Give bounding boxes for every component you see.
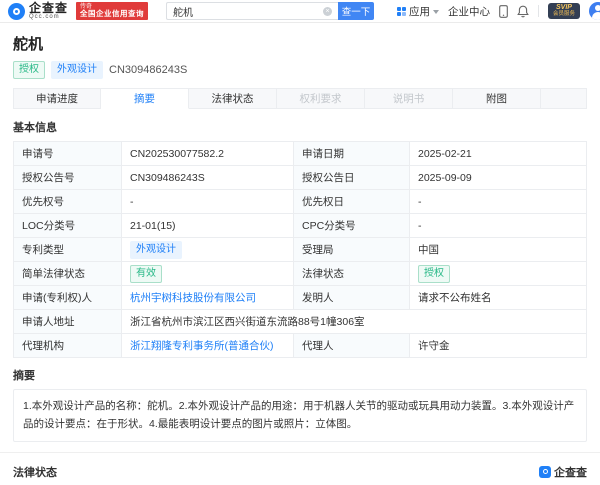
info-value: 杭州宇树科技股份有限公司 [121,285,294,310]
info-value: - [409,189,587,214]
info-value: - [121,189,294,214]
legal-status-tag: 授权 [418,264,450,283]
info-label: 授权公告号 [13,165,122,190]
info-label: 优先权日 [293,189,410,214]
qcc-mini-icon [539,465,551,478]
info-label: 申请号 [13,141,122,166]
tab-application-progress[interactable]: 申请进度 [13,88,101,109]
table-row: 优先权号 - 优先权日 - [13,189,587,214]
search-input[interactable] [166,2,339,20]
header-nav: 应用 企业中心 SVIP 会员服务 [396,2,600,20]
info-label: 授权公告日 [293,165,410,190]
section-title-basic-info: 基本信息 [13,122,57,134]
tab-legal-status[interactable]: 法律状态 [189,88,277,109]
agency-link[interactable]: 浙江翔隆专利事务所(普通合伙) [130,340,274,352]
info-value: - [409,213,587,238]
publication-number: CN309486243S [109,64,188,76]
search-button[interactable]: 查一下 [338,2,375,20]
info-label: 代理机构 [13,333,122,358]
table-row: 申请人地址 浙江省杭州市滨江区西兴街道东流路88号1幢306室 [13,309,587,334]
apps-menu[interactable]: 应用 [396,4,439,19]
caret-down-icon [432,9,439,14]
search-clear-icon[interactable]: × [323,6,333,16]
top-bar: 企查查 Qcc.com 传奇 全国企业信用查询 × 查一下 应用 企业中心 SV… [0,0,600,23]
info-value: CN202530077582.2 [121,141,294,166]
info-value: 外观设计 [121,237,294,262]
info-label: 代理人 [293,333,410,358]
table-row: 专利类型 外观设计 受理局 中国 [13,237,587,262]
tab-claims: 权利要求 [277,88,365,109]
info-value: 许守金 [409,333,587,358]
section-title-legal-status: 法律状态 [13,466,57,479]
apps-grid-icon [396,6,406,16]
logo-subtitle: Qcc.com [29,14,60,20]
info-label: CPC分类号 [293,213,410,238]
phone-icon[interactable] [499,4,508,18]
apps-label: 应用 [408,5,430,18]
section-divider [0,451,600,453]
bell-icon[interactable] [517,5,529,18]
table-row: 申请号 CN202530077582.2 申请日期 2025-02-21 [13,141,587,166]
user-avatar[interactable] [589,2,600,20]
table-row: 授权公告号 CN309486243S 授权公告日 2025-09-09 [13,165,587,190]
promo-badge: 传奇 全国企业信用查询 [76,1,149,21]
info-label: 受理局 [293,237,410,262]
svip-sublabel: 会员服务 [552,10,575,17]
info-label: 申请(专利权)人 [13,285,122,310]
search-bar: × 查一下 [166,2,375,20]
patent-badges: 授权 外观设计 CN309486243S [13,61,587,79]
divider [537,5,539,17]
qcc-watermark-logo: 企查查 [539,464,587,480]
status-badge: 授权 [13,61,45,79]
table-row: 代理机构 浙江翔隆专利事务所(普通合伙) 代理人 许守金 [13,333,587,358]
info-label: 优先权号 [13,189,122,214]
table-row: 简单法律状态 有效 法律状态 授权 [13,261,587,286]
info-value: 有效 [121,261,294,286]
info-value: 2025-09-09 [409,165,587,190]
enterprise-center-link[interactable]: 企业中心 [448,4,490,19]
tab-bar-filler [541,88,587,109]
info-label: 申请人地址 [13,309,122,334]
info-value: 请求不公布姓名 [409,285,587,310]
table-row: LOC分类号 21-01(15) CPC分类号 - [13,213,587,238]
info-value: 中国 [409,237,587,262]
tab-description: 说明书 [365,88,453,109]
promo-line1: 传奇 [80,3,93,10]
info-value: 浙江省杭州市滨江区西兴街道东流路88号1幢306室 [121,309,587,334]
info-value: 浙江翔隆专利事务所(普通合伙) [121,333,294,358]
info-value: 2025-02-21 [409,141,587,166]
legal-status-section: 法律状态 企查查 2025-09-09 授权 [0,464,600,485]
info-label: LOC分类号 [13,213,122,238]
patent-detail-page: 舵机 授权 外观设计 CN309486243S 申请进度 摘要 法律状态 权利要… [0,33,600,442]
qcc-logo-icon [8,2,25,20]
info-label: 专利类型 [13,237,122,262]
tab-abstract[interactable]: 摘要 [101,88,189,109]
patent-type-tag: 外观设计 [130,240,182,259]
patent-type-badge: 外观设计 [51,61,103,79]
info-value: 授权 [409,261,587,286]
info-label: 简单法律状态 [13,261,122,286]
basic-info-table: 申请号 CN202530077582.2 申请日期 2025-02-21 授权公… [13,141,587,358]
logo-title: 企查查 [29,1,69,15]
info-label: 法律状态 [293,261,410,286]
svip-badge[interactable]: SVIP 会员服务 [547,2,580,20]
applicant-company-link[interactable]: 杭州宇树科技股份有限公司 [130,292,256,304]
qcc-logo[interactable]: 企查查 Qcc.com 传奇 全国企业信用查询 [8,1,149,21]
abstract-text: 1.本外观设计产品的名称：舵机。2.本外观设计产品的用途：用于机器人关节的驱动或… [13,389,587,442]
section-title-abstract: 摘要 [13,370,35,382]
info-value: 21-01(15) [121,213,294,238]
info-label: 发明人 [293,285,410,310]
table-row: 申请(专利权)人 杭州宇树科技股份有限公司 发明人 请求不公布姓名 [13,285,587,310]
simple-legal-status-tag: 有效 [130,264,162,283]
tab-bar: 申请进度 摘要 法律状态 权利要求 说明书 附图 [13,88,587,110]
qcc-mini-label: 企查查 [554,466,587,479]
page-title: 舵机 [13,36,44,53]
info-label: 申请日期 [293,141,410,166]
tab-drawings[interactable]: 附图 [453,88,541,109]
promo-line2: 全国企业信用查询 [80,9,145,19]
info-value: CN309486243S [121,165,294,190]
